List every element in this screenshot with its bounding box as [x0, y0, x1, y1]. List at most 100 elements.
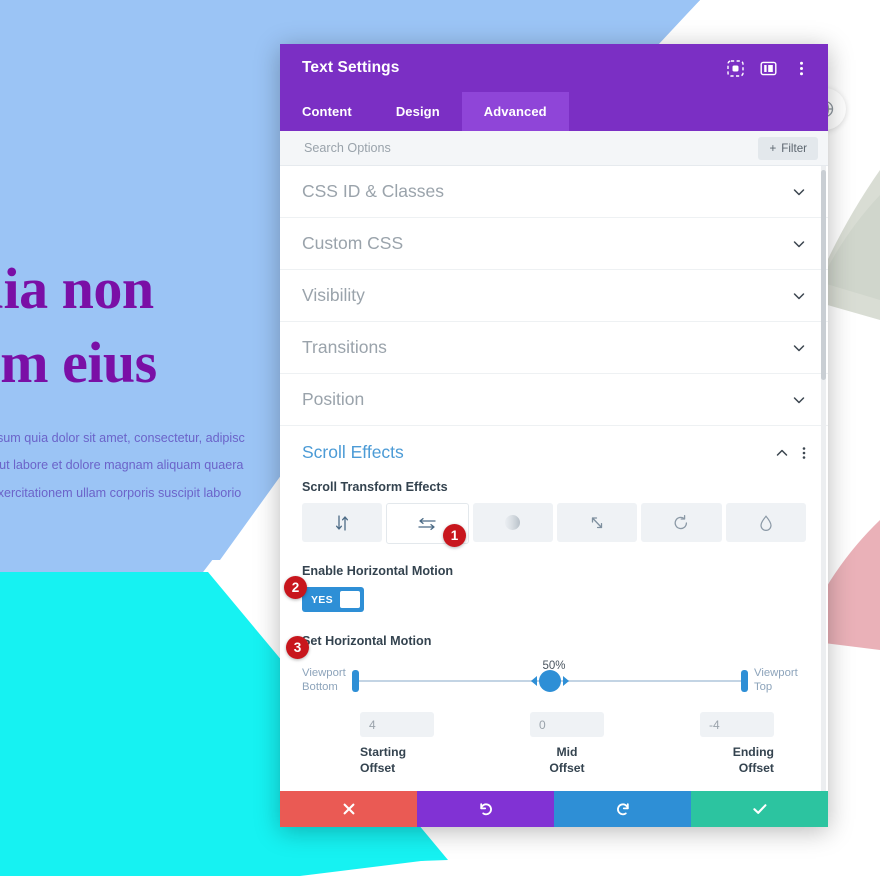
layout-panel-icon[interactable] [760, 60, 777, 77]
viewport-bottom-line-1: Viewport [302, 667, 346, 680]
accordion-label: CSS ID & Classes [302, 181, 444, 201]
starting-offset-group: Starting Offset [302, 712, 498, 777]
fade-button[interactable] [472, 503, 553, 542]
hero-body-line-1: rem ipsum quia dolor sit amet, consectet… [0, 431, 245, 445]
scroll-transform-effects-group [302, 503, 806, 544]
enable-horizontal-motion-toggle[interactable]: YES [302, 587, 364, 612]
accordion-label: Visibility [302, 285, 365, 305]
fullscreen-icon[interactable] [727, 59, 744, 77]
ending-offset-label-line-1: Ending [732, 745, 774, 759]
slider-end-cap[interactable] [741, 670, 748, 692]
accordion-custom-css[interactable]: Custom CSS [280, 218, 828, 270]
slider-mid-handle[interactable] [539, 670, 561, 692]
scroll-effects-section: Scroll Effects Scroll Transform Effects … [280, 426, 828, 791]
slider-row: Viewport Bottom Viewport Top [302, 664, 806, 698]
starting-offset-label-line-2: Offset [360, 761, 396, 776]
tab-design[interactable]: Design [374, 92, 462, 131]
vertical-motion-button[interactable] [302, 503, 383, 542]
scaling-icon [591, 516, 603, 528]
mid-offset-label: Mid Offset [549, 744, 584, 777]
tab-advanced[interactable]: Advanced [461, 92, 569, 131]
hero-heading: quia non uam eius [0, 252, 300, 400]
chevron-down-icon [793, 292, 805, 299]
redo-button[interactable] [554, 791, 691, 827]
blur-button[interactable] [725, 503, 806, 542]
callout-badge-1: 1 [443, 524, 466, 547]
slider-start-cap[interactable] [352, 670, 359, 692]
starting-offset-input[interactable] [360, 712, 434, 737]
vertical-motion-icon [336, 514, 349, 531]
starting-offset-label: Starting Offset [360, 744, 406, 777]
close-icon [343, 803, 354, 815]
chevron-down-icon [793, 344, 805, 351]
modal-body: CSS ID & Classes Custom CSS Visibility T… [280, 166, 828, 791]
scrollbar-thumb[interactable] [821, 170, 826, 380]
set-horizontal-motion-label: Set Horizontal Motion [302, 634, 432, 648]
filter-button[interactable]: + Filter [758, 136, 818, 160]
screenshot-stage: quia non uam eius rem ipsum quia dolor s… [0, 0, 880, 876]
kebab-menu-icon[interactable] [793, 60, 810, 77]
undo-icon [479, 803, 492, 816]
viewport-top-line-2: Top [754, 681, 773, 693]
slider-track-area[interactable] [352, 668, 748, 694]
viewport-top-label: Viewport Top [754, 667, 806, 694]
accordion-label: Position [302, 389, 365, 409]
accordion-position[interactable]: Position [280, 374, 828, 426]
scroll-effects-tools [775, 446, 806, 460]
scaling-button[interactable] [556, 503, 638, 542]
modal-header: Text Settings [280, 44, 828, 92]
plus-icon: + [769, 141, 777, 155]
undo-button[interactable] [417, 791, 554, 827]
blur-icon [760, 514, 772, 531]
accordion-label: Custom CSS [302, 233, 404, 253]
hero-heading-line-2: uam eius [0, 330, 157, 396]
accordion-label: Transitions [302, 337, 387, 357]
ending-offset-label: Ending Offset [733, 744, 774, 777]
chevron-down-icon [793, 188, 805, 195]
ending-offset-label-line-2: Offset [738, 761, 774, 776]
offset-inputs-row: Starting Offset Mid Offset [302, 712, 806, 777]
mid-offset-group: Mid Offset [498, 712, 636, 777]
hero-body-line-3: trum exercitationem ullam corporis susci… [0, 485, 242, 500]
kebab-menu-icon[interactable] [802, 446, 806, 460]
scroll-effects-header[interactable]: Scroll Effects [302, 442, 806, 463]
search-input[interactable] [302, 140, 759, 156]
accordion-visibility[interactable]: Visibility [280, 270, 828, 322]
rotating-icon [675, 514, 688, 529]
chevron-up-icon[interactable] [775, 446, 789, 460]
viewport-top-line-1: Viewport [754, 667, 798, 680]
mid-offset-label-line-2: Offset [549, 761, 585, 776]
chevron-down-icon [793, 396, 805, 403]
mid-offset-label-line-1: Mid [556, 745, 578, 759]
mid-offset-input[interactable] [530, 712, 604, 737]
tab-content[interactable]: Content [280, 92, 374, 131]
text-settings-modal: Text Settings Content Design Advanced Se… [280, 44, 828, 827]
callout-badge-2: 2 [284, 576, 307, 599]
filter-button-label: Filter [781, 141, 807, 155]
hero-heading-line-1: quia non [0, 256, 154, 321]
slider-arrow-right-icon [563, 676, 569, 686]
save-button[interactable] [691, 791, 828, 827]
modal-footer [280, 791, 828, 827]
starting-offset-label-line-1: Starting [360, 745, 407, 759]
cancel-button[interactable] [280, 791, 417, 827]
toggle-value-label: YES [311, 593, 333, 606]
redo-icon [616, 803, 629, 816]
ending-offset-input[interactable] [700, 712, 774, 737]
horizontal-motion-slider: 50% Viewport Bottom Viewport Top 4 Start… [302, 660, 806, 777]
header-icon-group [727, 59, 810, 77]
enable-horizontal-motion-label: Enable Horizontal Motion [302, 564, 454, 578]
callout-badge-3: 3 [286, 636, 309, 659]
ending-offset-group: Ending Offset [636, 712, 806, 777]
scroll-transform-effects-label: Scroll Transform Effects [302, 480, 448, 494]
rotating-button[interactable] [641, 503, 722, 542]
check-icon [752, 804, 766, 814]
viewport-bottom-label: Viewport Bottom [302, 667, 354, 694]
slider-arrow-left-icon [531, 676, 537, 686]
toggle-knob [339, 591, 360, 608]
fade-icon [505, 515, 521, 530]
accordion-transitions[interactable]: Transitions [280, 322, 828, 374]
horizontal-motion-icon [418, 517, 437, 530]
accordion-css-id-classes[interactable]: CSS ID & Classes [280, 166, 828, 218]
scroll-effects-title: Scroll Effects [302, 442, 404, 462]
